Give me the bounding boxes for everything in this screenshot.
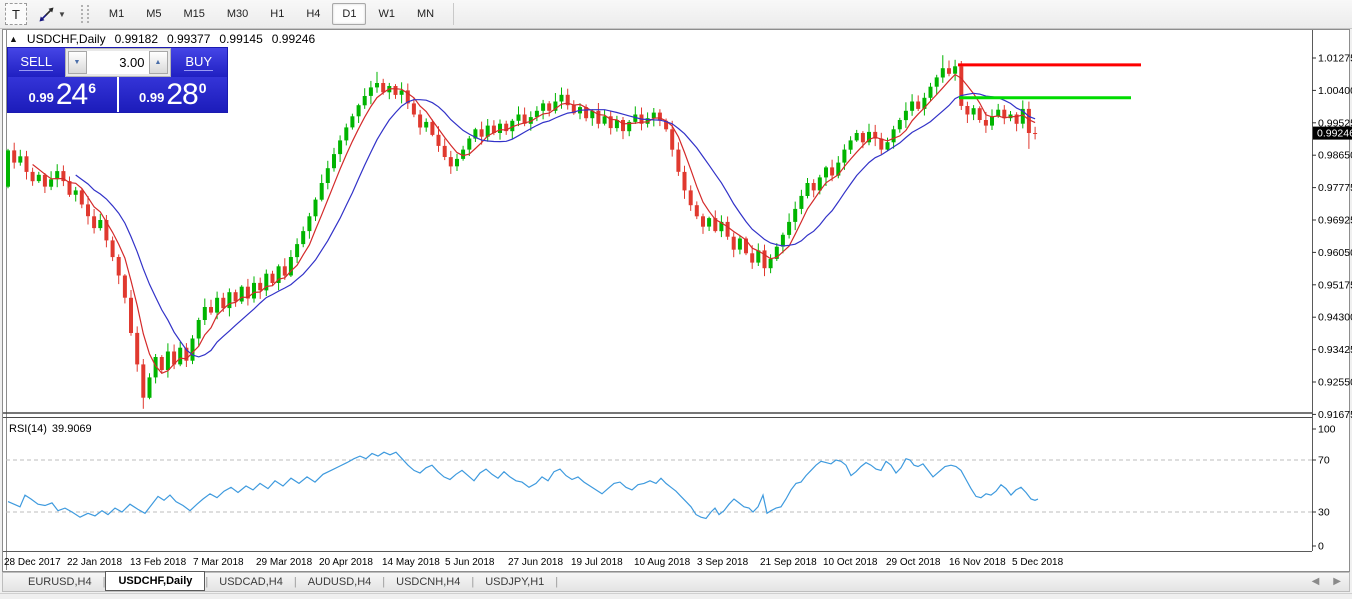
volume-increase-button[interactable]: ▲ <box>149 51 168 74</box>
chart-title: ▲ USDCHF,Daily 0.99182 0.99377 0.99145 0… <box>9 32 315 46</box>
timeframe-button-m30[interactable]: M30 <box>217 3 258 25</box>
tab-separator: | <box>555 576 558 588</box>
chart-tab-usdcnh[interactable]: USDCNH,H4 <box>385 574 471 590</box>
buy-price-pips: 28 <box>166 80 197 110</box>
timeframe-button-m1[interactable]: M1 <box>99 3 134 25</box>
buy-price-prefix: 0.99 <box>139 90 164 105</box>
timeframe-button-w1[interactable]: W1 <box>368 3 405 25</box>
timeframe-button-group: M1M5M15M30H1H4D1W1MN <box>98 3 445 25</box>
timeframe-button-mn[interactable]: MN <box>407 3 444 25</box>
text-tool-icon: T <box>12 7 20 22</box>
chart-tab-usdchf[interactable]: USDCHF,Daily <box>105 571 205 591</box>
timeframe-button-h1[interactable]: H1 <box>260 3 294 25</box>
ohlc-open: 0.99182 <box>115 32 158 46</box>
tab-scroll-right-icon[interactable]: ▶ <box>1333 576 1341 587</box>
volume-control: ▼ ▲ <box>65 48 171 77</box>
sell-price-pips: 24 <box>56 80 87 110</box>
arrows-icon <box>38 6 55 23</box>
sell-button-label: SELL <box>19 54 53 71</box>
volume-decrease-button[interactable]: ▼ <box>68 51 87 74</box>
chart-tab-usdjpy[interactable]: USDJPY,H1 <box>474 574 555 590</box>
chart-tab-bar: EURUSD,H4|USDCHF,Daily|USDCAD,H4|AUDUSD,… <box>2 572 1350 592</box>
ohlc-low: 0.99145 <box>219 32 262 46</box>
panel-collapse-icon[interactable]: ▲ <box>9 34 18 44</box>
rsi-value: 39.9069 <box>52 423 92 435</box>
chart-tab-eurusd[interactable]: EURUSD,H4 <box>17 574 103 590</box>
buy-button-label: BUY <box>184 54 213 71</box>
chart-tab-audusd[interactable]: AUDUSD,H4 <box>297 574 383 590</box>
one-click-trading-panel: SELL ▼ ▲ BUY 0.99 24 6 0.99 28 0 <box>8 48 227 112</box>
tab-scroll-left-icon[interactable]: ◀ <box>1312 576 1320 587</box>
timeframe-button-d1[interactable]: D1 <box>332 3 366 25</box>
buy-price-point: 0 <box>199 80 207 96</box>
sell-button[interactable]: SELL <box>8 48 65 77</box>
timeframe-button-h4[interactable]: H4 <box>296 3 330 25</box>
rsi-indicator-label: RSI(14) 39.9069 <box>9 423 92 435</box>
sell-price-button[interactable]: 0.99 24 6 <box>8 77 117 112</box>
chart-tab-usdcad[interactable]: USDCAD,H4 <box>208 574 294 590</box>
sell-price-point: 6 <box>88 80 96 96</box>
volume-input[interactable] <box>87 51 149 74</box>
buy-button[interactable]: BUY <box>171 48 228 77</box>
rsi-name: RSI(14) <box>9 423 47 435</box>
buy-price-button[interactable]: 0.99 28 0 <box>119 77 228 112</box>
text-tool-button[interactable]: T <box>5 3 27 25</box>
sell-price-prefix: 0.99 <box>29 90 54 105</box>
ohlc-high: 0.99377 <box>167 32 210 46</box>
toolbar-separator <box>453 3 454 25</box>
status-strip <box>0 593 1352 599</box>
toolbar-grip[interactable] <box>81 5 89 23</box>
arrows-tool-button[interactable]: ▼ <box>35 3 69 25</box>
timeframe-button-m15[interactable]: M15 <box>173 3 214 25</box>
chart-symbol-period: USDCHF,Daily <box>27 32 106 46</box>
ohlc-close: 0.99246 <box>272 32 315 46</box>
chevron-down-icon[interactable]: ▼ <box>58 10 66 19</box>
timeframe-button-m5[interactable]: M5 <box>136 3 171 25</box>
top-toolbar: T ▼ M1M5M15M30H1H4D1W1MN <box>0 0 1352 29</box>
